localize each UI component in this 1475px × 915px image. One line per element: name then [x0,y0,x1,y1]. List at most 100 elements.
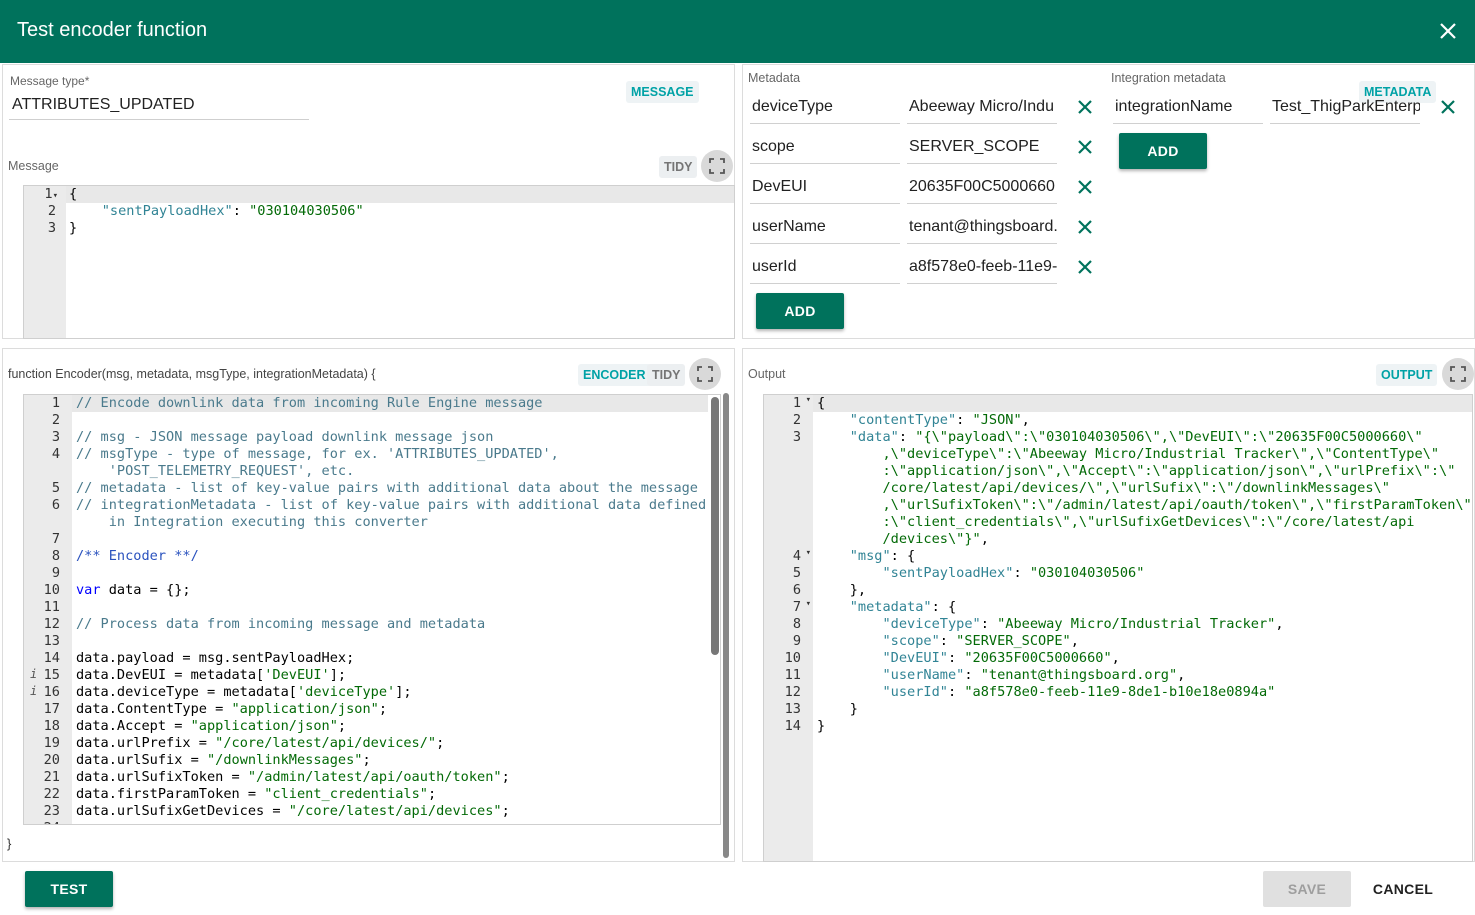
cancel-button[interactable]: CANCEL [1358,871,1448,907]
output-panel: Output OUTPUT 1 ▾ {2 "contentType": "JSON"… [742,348,1475,862]
line-number: 5 [51,480,60,496]
line-number: 7 [51,531,60,547]
code-line: "deviceType": "Abeeway Micro/Industrial … [882,616,1284,632]
code-line: data.payload = msg.sentPayloadHex; [76,650,355,666]
code-line: data.DevEUI = metadata['DevEUI']; [76,667,347,683]
save-button[interactable]: SAVE [1263,871,1351,907]
metadata-key-field[interactable]: DevEUI [750,172,900,204]
code-line: data.urlSufixGetDevices = "/core/latest/… [76,803,510,819]
encoder-tidy-button[interactable]: TIDY [647,364,686,386]
code-line: data.urlSufix = "/downlinkMessages"; [76,752,371,768]
dialog-title: Test encoder function [17,19,208,41]
remove-icon[interactable] [1076,178,1094,196]
line-number: 23 [43,803,60,819]
line-number: 3 [51,429,60,445]
line-number: 12 [784,684,801,700]
active-line [813,395,1472,412]
code-line: data.firstParamToken = "client_credentia… [76,786,437,802]
remove-icon[interactable] [1076,138,1094,156]
metadata-value-field[interactable]: 20635F00C5000660 [907,172,1057,204]
message-tidy-button[interactable]: TIDY [659,156,698,178]
code-line: var data = {}; [76,582,191,598]
line-number: 1▾ [44,186,58,202]
message-chip: MESSAGE [626,81,699,103]
line-number: 9 [51,565,60,581]
code-line: in Integration executing this converter [76,514,428,530]
remove-icon[interactable] [1076,98,1094,116]
encoder-chip: ENCODER [578,364,651,386]
line-number: 2 [792,412,801,428]
close-icon[interactable] [1437,20,1459,42]
output-fullscreen-button[interactable] [1442,358,1474,390]
integration-metadata-label: Integration metadata [1111,71,1226,85]
info-annotation-icon[interactable]: i [30,667,37,681]
code-line: ,\"urlSufixToken\":\"/admin/latest/api/o… [882,497,1472,513]
line-number: 1 [792,395,801,411]
line-number: 13 [43,633,60,649]
code-line: data.deviceType = metadata['deviceType']… [76,684,412,700]
integration-value-field[interactable]: Test_ThigParkEnterp [1270,92,1420,124]
line-number: 8 [51,548,60,564]
encoder-panel: function Encoder(msg, metadata, msgType,… [2,348,735,862]
metadata-value-field[interactable]: Abeeway Micro/Indu [907,92,1057,124]
info-annotation-icon[interactable]: i [30,684,37,698]
metadata-key-field[interactable]: scope [750,132,900,164]
fullscreen-icon [709,158,725,174]
test-button[interactable]: TEST [25,871,113,907]
code-line: "userName": "tenant@thingsboard.org", [882,667,1186,683]
code-line: "sentPayloadHex": "030104030506" [101,203,364,219]
encoder-fullscreen-button[interactable] [689,358,721,390]
message-type-select[interactable]: ATTRIBUTES_UPDATED [9,93,309,120]
metadata-value-field[interactable]: tenant@thingsboard. [907,212,1057,244]
line-number: 2 [47,203,56,219]
integration-key-field[interactable]: integrationName [1113,92,1263,124]
code-line: }, [817,582,867,598]
line-number: 1 [51,395,60,411]
remove-icon[interactable] [1076,218,1094,236]
integration-add-button[interactable]: ADD [1119,133,1207,169]
output-label: Output [748,367,786,381]
fold-arrow-icon[interactable]: ▾ [806,548,811,558]
message-panel: Message type* ATTRIBUTES_UPDATED MESSAGE… [2,64,735,339]
line-number: 11 [784,667,801,683]
remove-icon[interactable] [1439,98,1457,116]
metadata-value-field[interactable]: a8f578e0-feeb-11e9- [907,252,1057,284]
metadata-key-field[interactable]: userId [750,252,900,284]
metadata-value-field[interactable]: SERVER_SCOPE [907,132,1057,164]
code-line: } [817,718,826,734]
metadata-add-button[interactable]: ADD [756,293,844,329]
output-chip: OUTPUT [1376,364,1438,386]
metadata-key-field[interactable]: userName [750,212,900,244]
line-number: 5 [792,565,801,581]
editor-gutter [764,395,813,861]
encoder-editor[interactable]: 1 // Encode downlink data from incoming R… [23,394,721,825]
message-fullscreen-button[interactable] [701,150,733,182]
message-editor[interactable]: 1▾ 2 3 { "sentPayloadHex": "030104030506… [23,185,735,339]
code-line: "scope": "SERVER_SCOPE", [882,633,1079,649]
output-editor[interactable]: 1 ▾ {2 "contentType": "JSON", 3 "data": "{\… [763,394,1473,862]
editor-scrollbar[interactable] [711,397,719,655]
code-line: { [817,395,826,411]
code-line: "DevEUI": "20635F00C5000660", [882,650,1120,666]
metadata-key-field[interactable]: deviceType [750,92,900,124]
line-number: 8 [792,616,801,632]
line-number: 14 [43,650,60,666]
line-number: 2 [51,412,60,428]
line-number: 4 [51,446,60,462]
line-number: 21 [43,769,60,785]
code-line: 'POST_TELEMETRY_REQUEST', etc. [76,463,355,479]
code-line: // Process data from incoming message an… [76,616,486,632]
fold-arrow-icon[interactable]: ▾ [806,395,811,405]
code-line: "contentType": "JSON", [849,412,1030,428]
code-line: "data": "{\"payload\":\"030104030506\",\… [849,429,1423,445]
line-number: 14 [784,718,801,734]
message-type-label: Message type* [10,74,90,88]
code-line: data.urlPrefix = "/core/latest/api/devic… [76,735,445,751]
fold-arrow-icon[interactable]: ▾ [806,599,811,609]
code-line: data.Accept = "application/json"; [76,718,347,734]
line-number: 3 [792,429,801,445]
remove-icon[interactable] [1076,258,1094,276]
code-line: { [69,186,78,202]
panel-scrollbar[interactable] [723,393,729,858]
line-number: 6 [51,497,60,513]
